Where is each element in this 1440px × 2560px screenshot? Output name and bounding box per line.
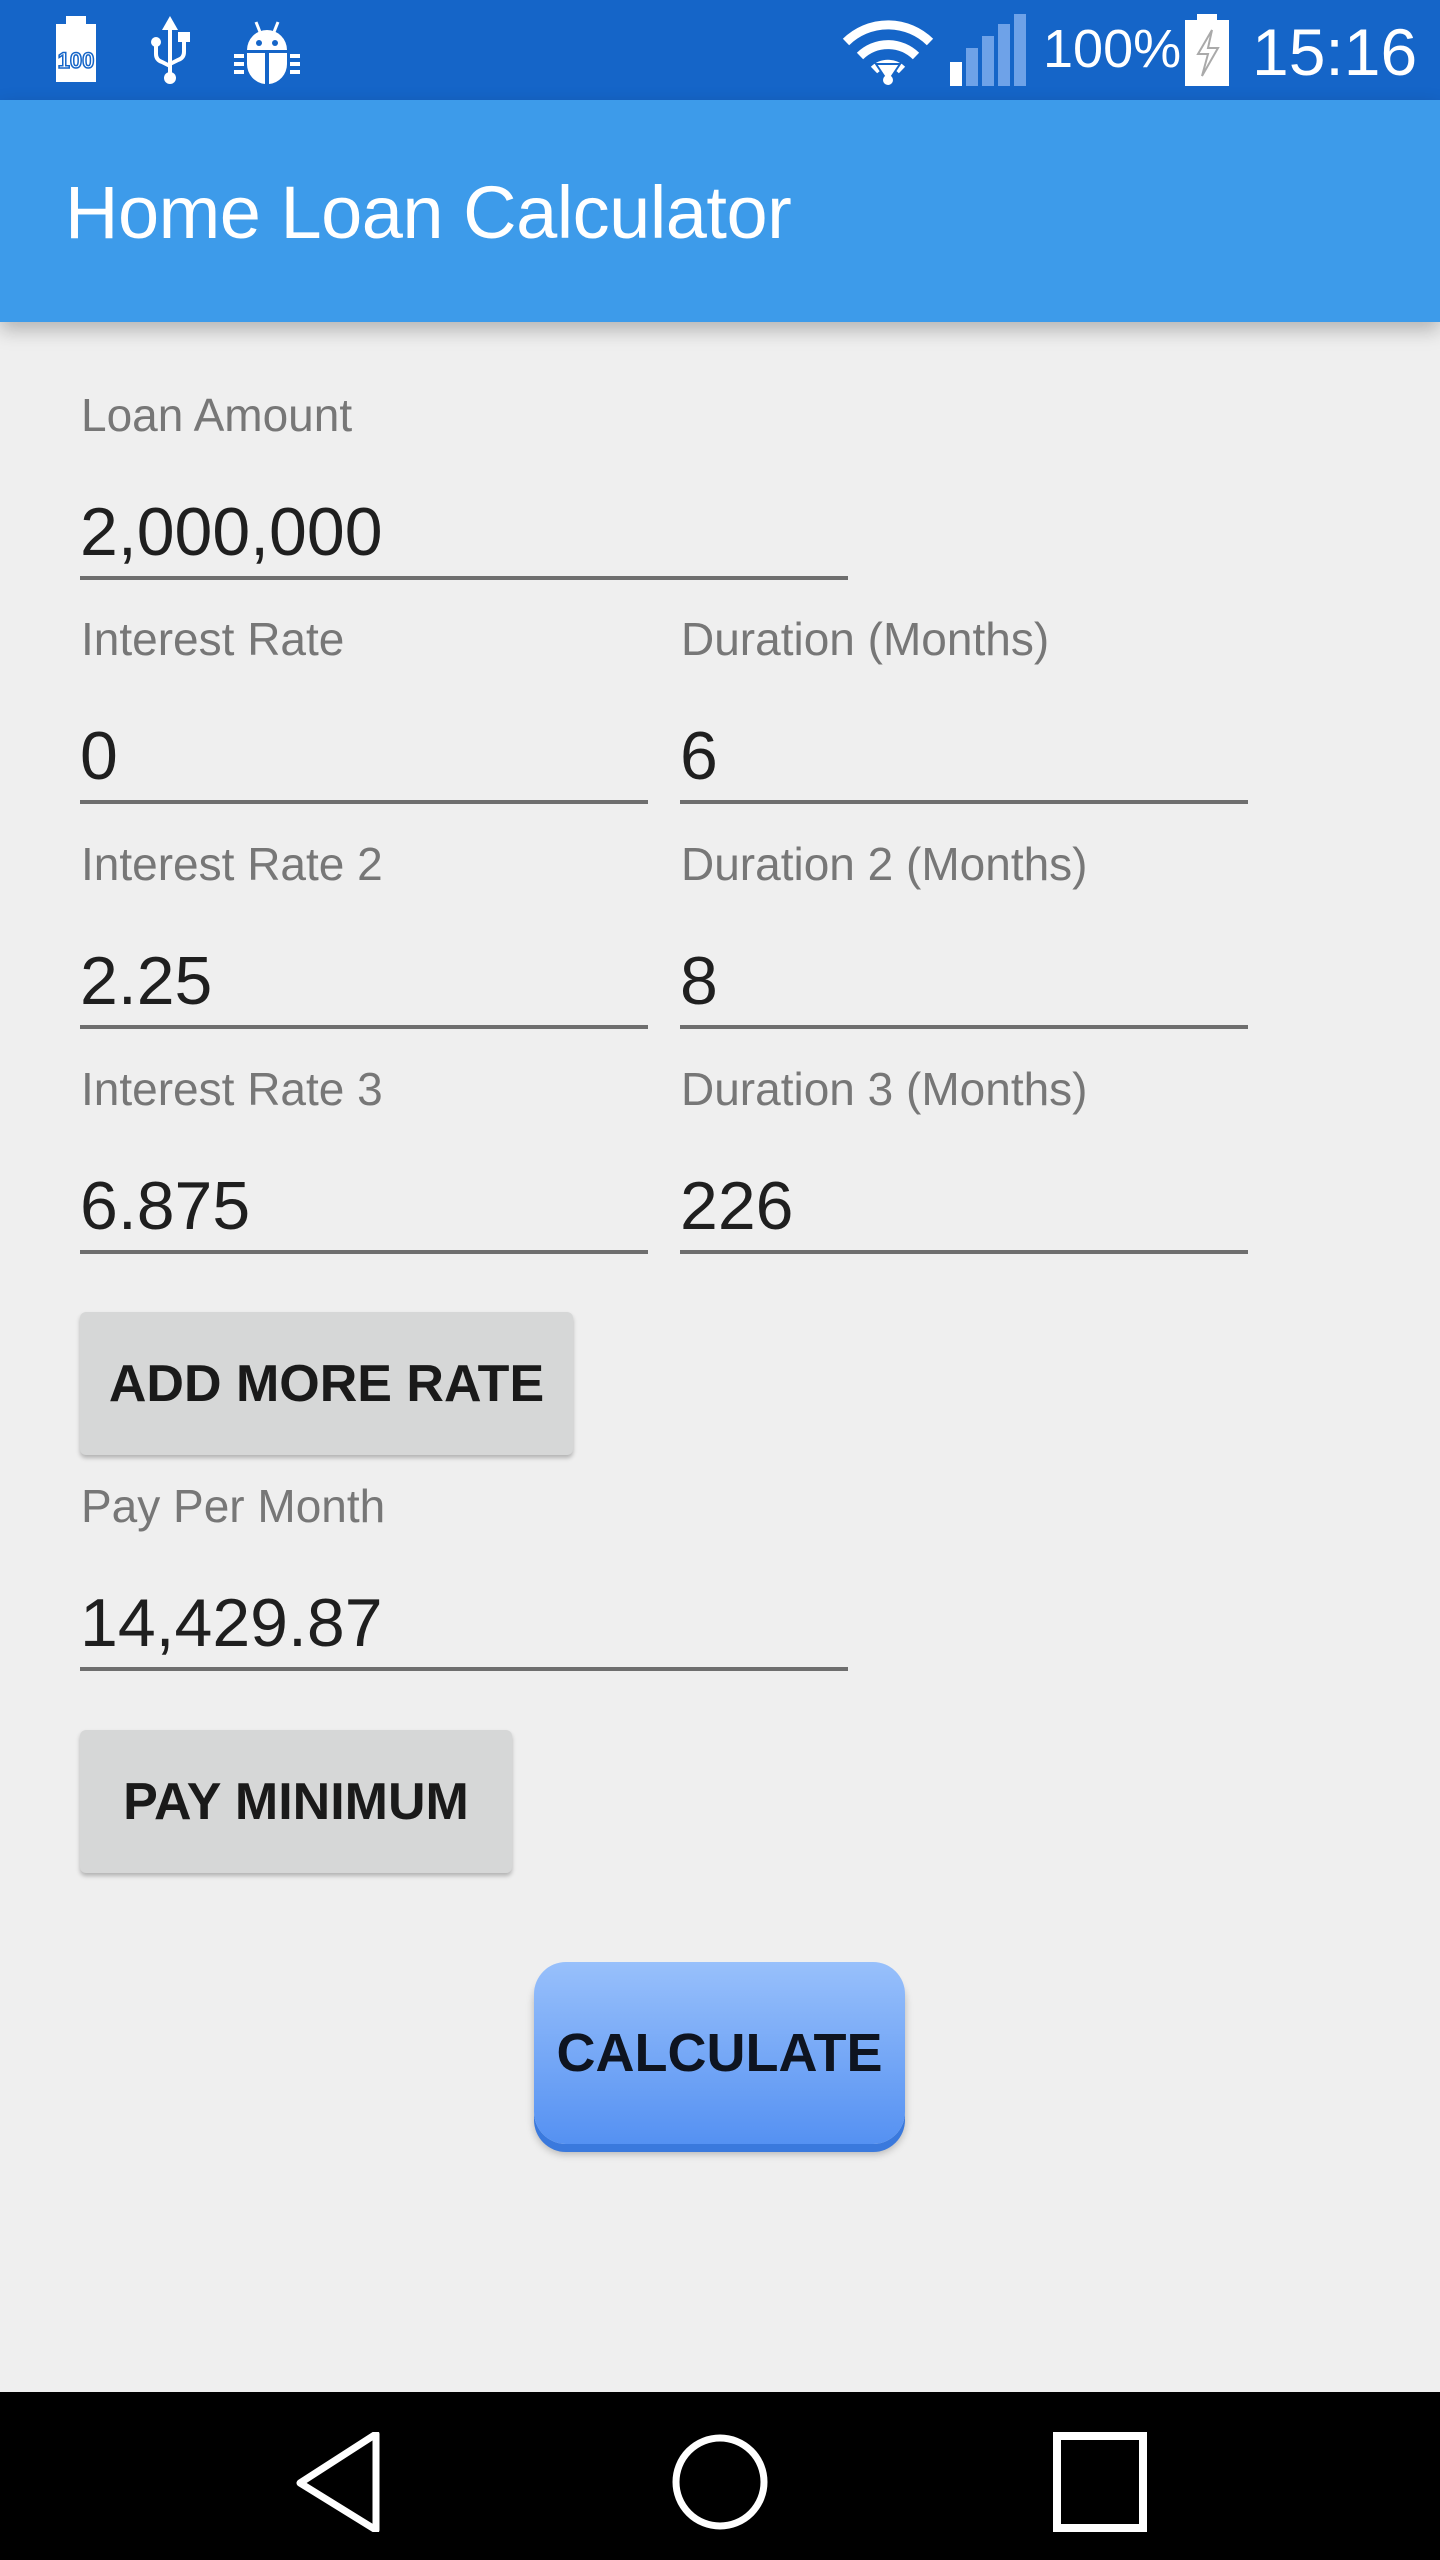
recents-icon[interactable] — [1040, 2432, 1160, 2532]
interest-rate-1-input[interactable] — [80, 712, 648, 804]
interest-rate-2-input[interactable] — [80, 937, 648, 1029]
usb-icon — [151, 16, 190, 84]
interest-rate-3-label: Interest Rate 3 — [81, 1063, 383, 1115]
battery-percent: 100% — [1043, 19, 1182, 79]
duration-1-input[interactable] — [680, 712, 1248, 804]
loan-form: Loan Amount Interest Rate Duration (Mont… — [0, 322, 1440, 2392]
cell-signal-icon — [950, 14, 1026, 86]
status-bar: 100 100% 15:16 — [0, 0, 1440, 100]
interest-rate-3-input[interactable] — [80, 1162, 648, 1254]
app-bar: Home Loan Calculator — [0, 100, 1440, 322]
android-debug-icon — [234, 21, 300, 84]
pay-minimum-button[interactable]: PAY MINIMUM — [80, 1730, 512, 1873]
battery-100-icon: 100 — [56, 16, 96, 82]
duration-2-input[interactable] — [680, 937, 1248, 1029]
battery-charging-icon — [1185, 14, 1229, 86]
pay-per-month-label: Pay Per Month — [81, 1480, 386, 1532]
duration-1-label: Duration (Months) — [681, 613, 1050, 665]
loan-amount-input[interactable] — [80, 488, 848, 580]
pay-per-month-input[interactable] — [80, 1579, 848, 1671]
interest-rate-1-field: Interest Rate — [80, 612, 648, 807]
duration-3-field: Duration 3 (Months) — [680, 1062, 1248, 1257]
loan-amount-field: Loan Amount — [80, 388, 848, 583]
interest-rate-3-field: Interest Rate 3 — [80, 1062, 648, 1257]
interest-rate-2-field: Interest Rate 2 — [80, 837, 648, 1032]
pay-per-month-field: Pay Per Month — [80, 1479, 848, 1674]
home-icon[interactable] — [660, 2432, 780, 2532]
navigation-bar — [0, 2392, 1440, 2560]
duration-2-label: Duration 2 (Months) — [681, 838, 1088, 890]
duration-3-label: Duration 3 (Months) — [681, 1063, 1088, 1115]
back-icon[interactable] — [280, 2432, 400, 2532]
duration-1-field: Duration (Months) — [680, 612, 1248, 807]
duration-3-input[interactable] — [680, 1162, 1248, 1254]
calculate-button[interactable]: CALCULATE — [534, 1962, 905, 2144]
wifi-icon — [842, 20, 934, 85]
clock: 15:16 — [1252, 15, 1418, 89]
interest-rate-2-label: Interest Rate 2 — [81, 838, 383, 890]
svg-text:100: 100 — [58, 48, 95, 73]
add-more-rate-button[interactable]: ADD MORE RATE — [80, 1312, 573, 1455]
app-title: Home Loan Calculator — [65, 171, 792, 254]
loan-amount-label: Loan Amount — [81, 389, 353, 441]
interest-rate-1-label: Interest Rate — [81, 613, 345, 665]
duration-2-field: Duration 2 (Months) — [680, 837, 1248, 1032]
